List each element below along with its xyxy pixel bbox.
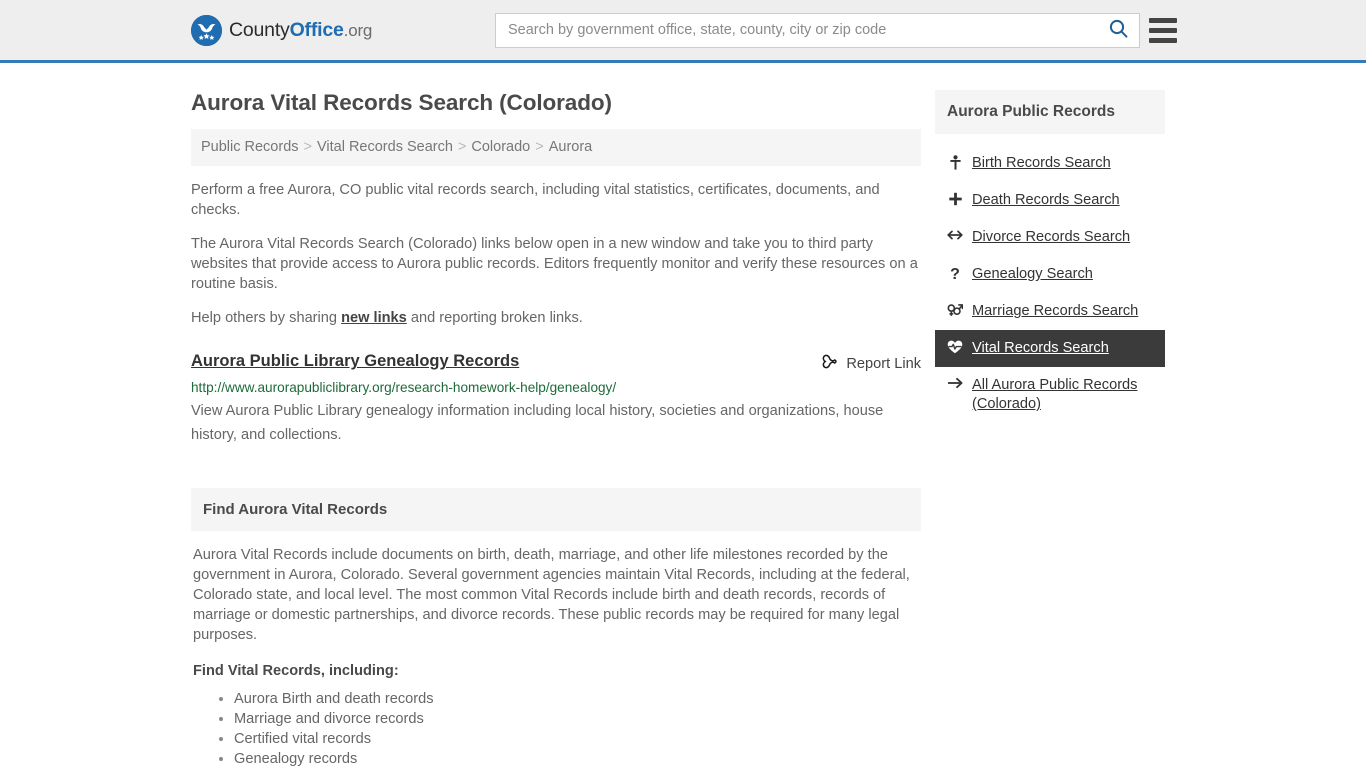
sidebar-item-label: Genealogy Search	[972, 266, 1093, 282]
main-column: Aurora Vital Records Search (Colorado) P…	[191, 63, 921, 768]
brand-part-org: .org	[343, 20, 373, 40]
sidebar-item-vital-records-search[interactable]: Vital Records Search	[935, 330, 1165, 367]
search-bar[interactable]	[495, 12, 1140, 48]
breadcrumb-separator-2: >	[457, 139, 467, 155]
sidebar-item-birth-records-search[interactable]: Birth Records Search	[935, 145, 1165, 182]
breadcrumb-item-public-records[interactable]: Public Records	[201, 139, 299, 155]
venus-mars-icon	[947, 302, 963, 317]
share-text-after: and reporting broken links.	[406, 310, 583, 327]
new-links-link[interactable]: new links	[341, 310, 407, 326]
search-input[interactable]	[496, 13, 1097, 47]
sidebar-item-marriage-records-search[interactable]: Marriage Records Search	[935, 293, 1165, 330]
site-header: CountyOffice.org	[0, 0, 1366, 63]
sidebar-item-label: Death Records Search	[972, 192, 1120, 208]
sidebar-item-death-records-search[interactable]: Death Records Search	[935, 182, 1165, 219]
report-link-button[interactable]: Report Link	[821, 351, 921, 374]
hamburger-menu-button[interactable]	[1149, 17, 1177, 43]
vital-records-list: Aurora Birth and death records Marriage …	[193, 689, 919, 768]
intro-paragraph-3: Help others by sharing new links and rep…	[191, 308, 921, 328]
sidebar: Aurora Public Records Birth Records Sear…	[935, 63, 1165, 768]
sidebar-item-all-aurora-public-records[interactable]: All Aurora Public Records (Colorado)	[935, 367, 1165, 423]
sidebar-item-divorce-records-search[interactable]: Divorce Records Search	[935, 219, 1165, 256]
question-mark-icon: ?	[950, 266, 960, 283]
report-link-label: Report Link	[846, 355, 921, 372]
site-logo-link[interactable]: CountyOffice.org	[191, 14, 372, 46]
brand-part-county: County	[229, 18, 290, 41]
heartbeat-icon	[947, 339, 963, 354]
left-right-arrow-icon	[947, 228, 963, 241]
sidebar-item-label: All Aurora Public Records (Colorado)	[972, 377, 1138, 412]
result-description: View Aurora Public Library genealogy inf…	[191, 403, 884, 444]
breadcrumb: Public Records > Vital Records Search > Colo…	[191, 129, 921, 167]
breadcrumb-separator-3: >	[535, 139, 544, 155]
find-records-section-heading: Find Aurora Vital Records	[191, 488, 921, 532]
list-item: Marriage and divorce records	[234, 709, 919, 729]
sidebar-item-label: Birth Records Search	[972, 155, 1111, 171]
sidebar-item-label: Divorce Records Search	[972, 229, 1131, 245]
sidebar-item-label: Vital Records Search	[972, 340, 1109, 356]
list-item: Certified vital records	[234, 729, 919, 749]
find-records-paragraph: Aurora Vital Records include documents o…	[193, 547, 910, 644]
breadcrumb-separator-1: >	[303, 139, 312, 155]
intro-paragraph-1: Perform a free Aurora, CO public vital r…	[191, 182, 880, 219]
share-text-before: Help others by sharing	[191, 310, 342, 327]
page-container: Aurora Vital Records Search (Colorado) P…	[0, 63, 1366, 768]
baby-icon	[947, 154, 963, 170]
intro-paragraph-2: The Aurora Vital Records Search (Colorad…	[191, 236, 918, 293]
brand-part-office: Office	[289, 18, 344, 41]
sidebar-links-list: Birth Records Search Death Records Searc…	[935, 145, 1165, 423]
find-records-section-body: Aurora Vital Records include documents o…	[191, 531, 921, 768]
list-item: Genealogy records	[234, 749, 919, 768]
hamburger-menu-icon-bar-2	[1149, 27, 1177, 33]
find-records-list-lead: Find Vital Records, including:	[193, 663, 399, 680]
page-title: Aurora Vital Records Search (Colorado)	[191, 90, 612, 115]
countyoffice-logo-icon	[191, 14, 222, 46]
search-button[interactable]	[1097, 14, 1139, 47]
list-item: Aurora Birth and death records	[234, 689, 919, 709]
site-logo-text: CountyOffice.org	[229, 19, 372, 42]
arrow-right-icon	[947, 376, 963, 389]
result-title-link[interactable]: Aurora Public Library Genealogy Records	[191, 351, 519, 371]
breadcrumb-item-colorado[interactable]: Colorado	[471, 139, 530, 155]
sidebar-item-genealogy-search[interactable]: ? Genealogy Search	[935, 256, 1165, 293]
hamburger-menu-icon-bar-3	[1149, 37, 1177, 43]
breadcrumb-item-vital-records-search[interactable]: Vital Records Search	[317, 139, 453, 155]
cross-icon	[947, 191, 963, 206]
broken-link-icon	[821, 353, 838, 374]
sidebar-heading: Aurora Public Records	[935, 90, 1165, 134]
breadcrumb-item-aurora: Aurora	[548, 139, 593, 155]
result-url[interactable]: http://www.aurorapubliclibrary.org/resea…	[191, 380, 921, 396]
sidebar-item-label: Marriage Records Search	[972, 303, 1139, 319]
hamburger-menu-icon-bar-1	[1149, 17, 1177, 23]
search-icon	[1109, 19, 1128, 41]
search-result-item: Aurora Public Library Genealogy Records …	[191, 351, 921, 447]
